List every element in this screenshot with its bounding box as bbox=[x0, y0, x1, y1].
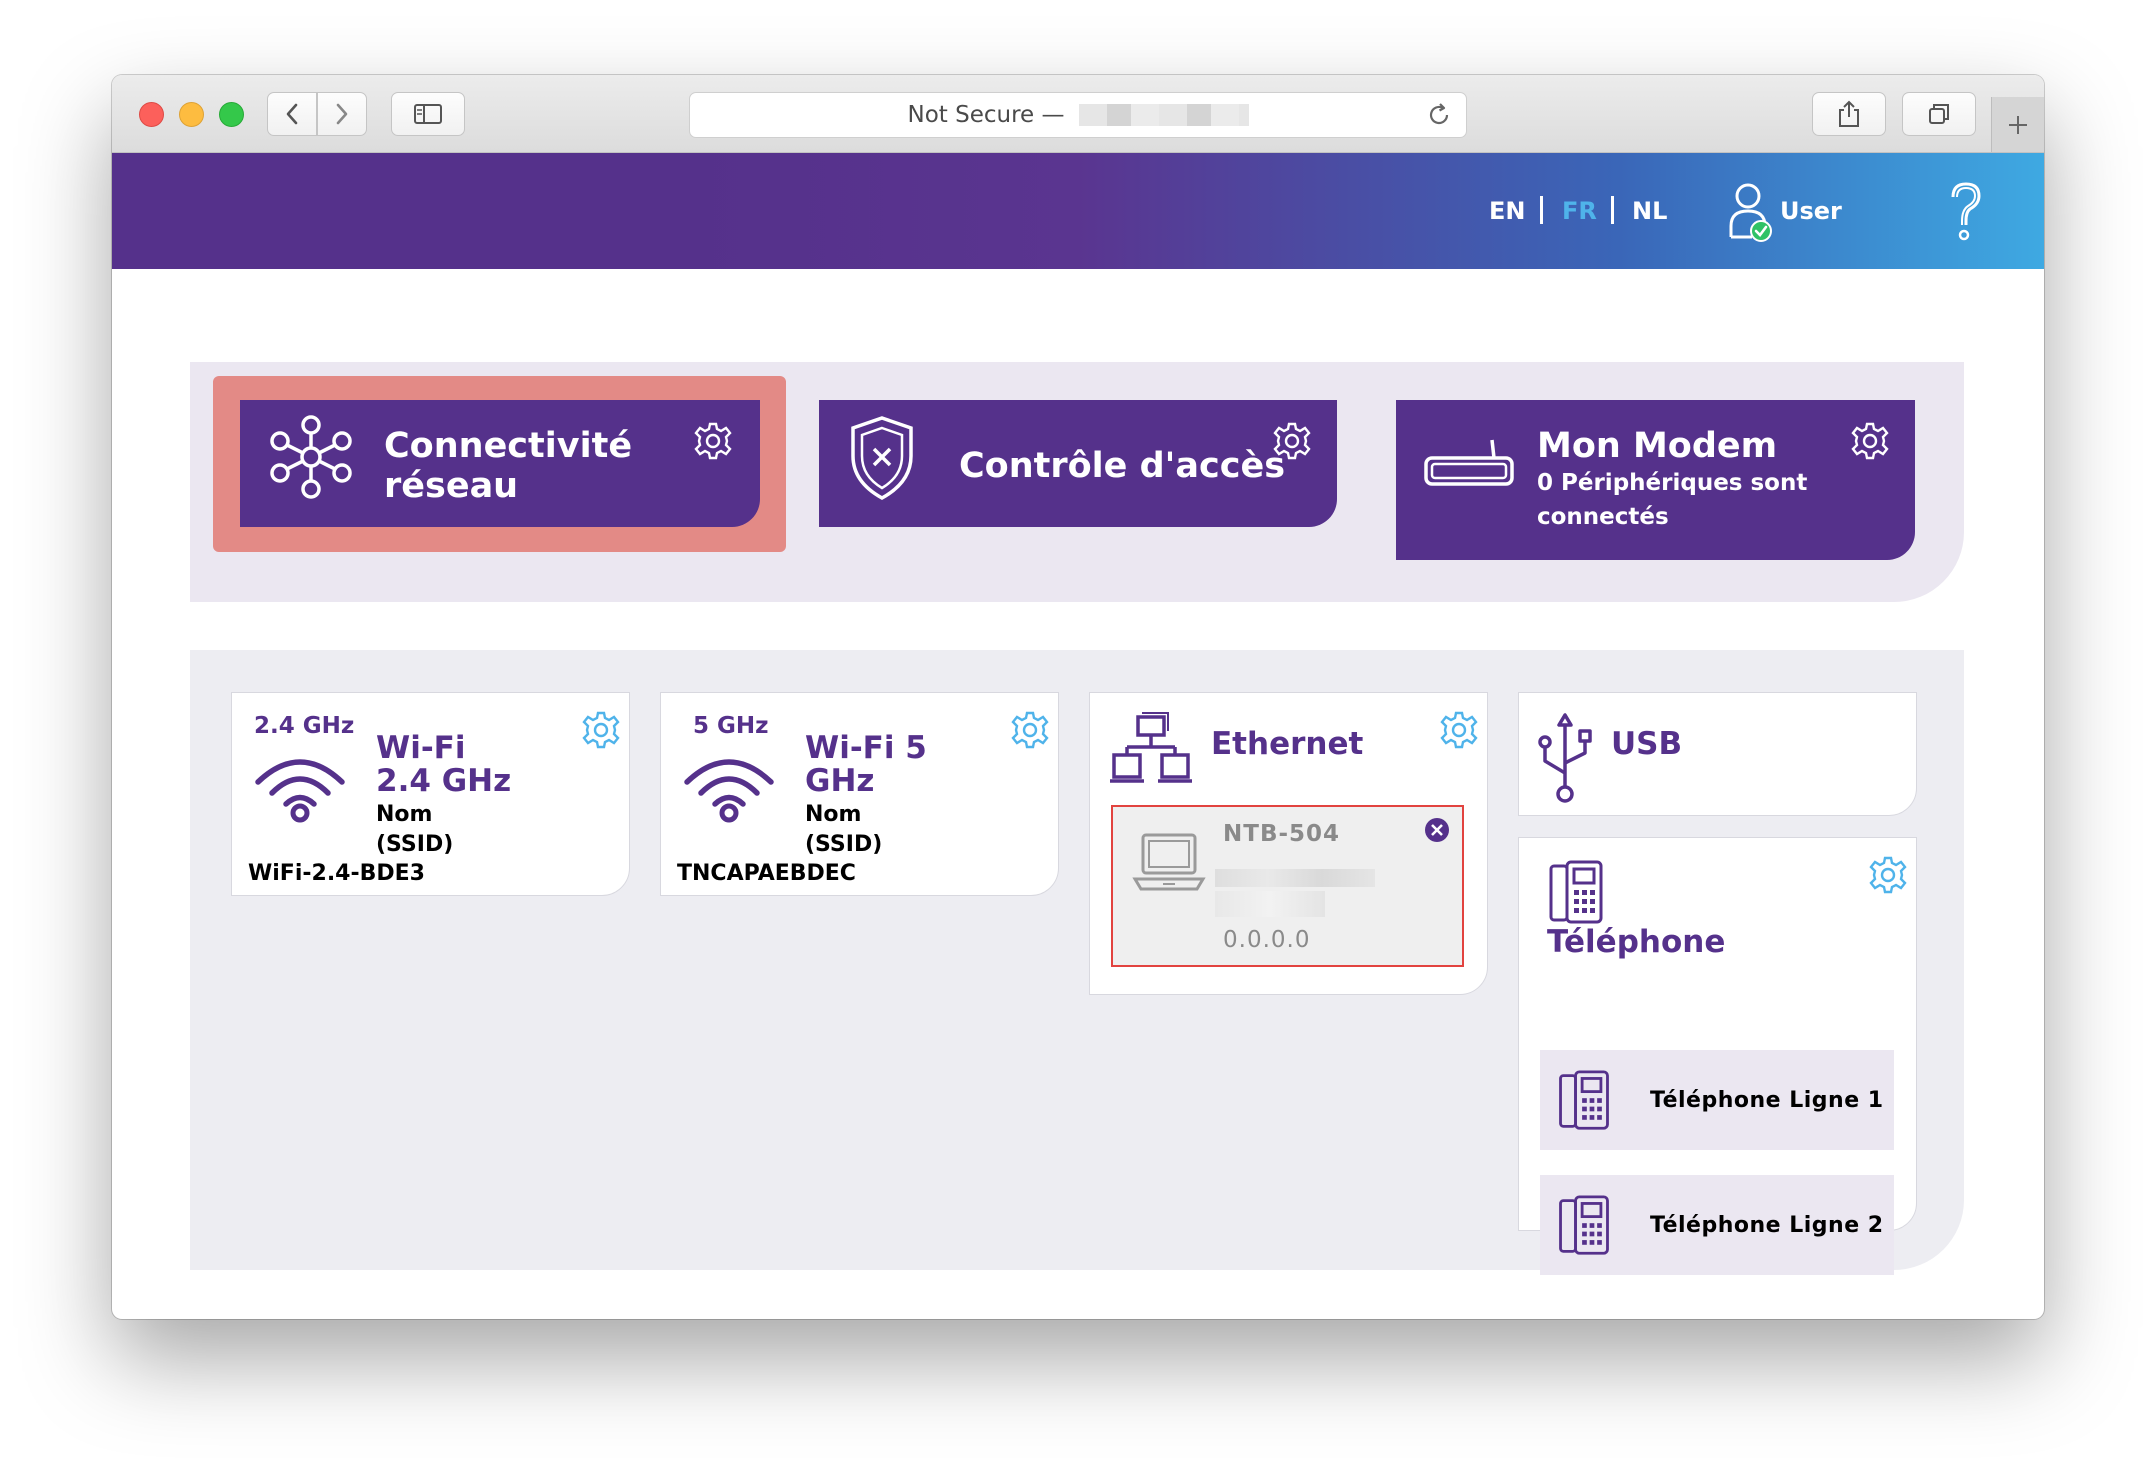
user-icon[interactable] bbox=[1728, 181, 1774, 243]
telephone-icon bbox=[1559, 1070, 1609, 1130]
usb-title: USB bbox=[1611, 726, 1683, 762]
ethernet-title: Ethernet bbox=[1211, 726, 1364, 762]
sidebar-icon bbox=[414, 104, 442, 124]
ssid-label-line2: (SSID) bbox=[805, 832, 883, 857]
show-tabs-button[interactable] bbox=[1902, 92, 1976, 136]
gear-icon[interactable] bbox=[1849, 420, 1891, 462]
wifi-24-freq: 2.4 GHz bbox=[254, 713, 355, 739]
ssid-label-line2: (SSID) bbox=[376, 832, 454, 857]
wifi-24-card[interactable]: 2.4 GHz Wi-Fi 2.4 GHz Nom (SSID) WiFi-2.… bbox=[231, 692, 630, 896]
modem-icon bbox=[1424, 439, 1514, 486]
network-icon bbox=[270, 415, 352, 499]
reload-icon[interactable] bbox=[1426, 102, 1452, 128]
gear-icon[interactable] bbox=[1271, 420, 1313, 462]
zoom-window-button[interactable] bbox=[219, 102, 244, 127]
device-ip: 0.0.0.0 bbox=[1223, 927, 1311, 953]
chevron-left-icon bbox=[286, 103, 298, 125]
top-header: EN FR NL User bbox=[112, 153, 2044, 269]
tabs-icon bbox=[1929, 104, 1949, 124]
telephone-icon bbox=[1549, 860, 1603, 924]
wifi-5-title-line2: GHz bbox=[805, 763, 875, 799]
wifi-24-ssid-value: WiFi-2.4-BDE3 bbox=[248, 861, 425, 886]
new-tab-button[interactable] bbox=[1991, 97, 2044, 152]
gear-icon[interactable] bbox=[1438, 709, 1480, 751]
wifi-icon bbox=[684, 759, 774, 823]
wifi-5-ssid-value: TNCAPAEBDEC bbox=[677, 861, 856, 886]
gear-icon[interactable] bbox=[692, 420, 734, 462]
share-button[interactable] bbox=[1812, 92, 1886, 136]
help-icon[interactable] bbox=[1948, 181, 1984, 243]
telephone-line-1[interactable]: Téléphone Ligne 1 bbox=[1540, 1050, 1894, 1150]
plus-icon bbox=[2009, 115, 2027, 134]
redacted-info bbox=[1215, 891, 1325, 917]
browser-toolbar: Not Secure — bbox=[112, 75, 2044, 153]
redacted-mac bbox=[1215, 869, 1375, 887]
laptop-icon bbox=[1132, 833, 1206, 891]
back-button[interactable] bbox=[267, 92, 317, 136]
minimize-window-button[interactable] bbox=[179, 102, 204, 127]
redacted-url bbox=[1078, 104, 1249, 126]
ssid-label-line1: Nom bbox=[376, 802, 433, 827]
access-control-title: Contrôle d'accès bbox=[959, 446, 1286, 486]
close-window-button[interactable] bbox=[139, 102, 164, 127]
address-bar[interactable]: Not Secure — bbox=[689, 92, 1467, 138]
telephone-title: Téléphone bbox=[1547, 924, 1726, 960]
forward-button[interactable] bbox=[317, 92, 367, 136]
access-control-tile[interactable]: Contrôle d'accès bbox=[819, 400, 1337, 527]
lang-separator bbox=[1540, 196, 1543, 224]
wifi-5-title-line1: Wi-Fi 5 bbox=[805, 730, 927, 766]
gear-icon[interactable] bbox=[580, 709, 622, 751]
modem-devices-line2: connectés bbox=[1537, 504, 1669, 530]
ethernet-device-item[interactable]: NTB-504 0.0.0.0 bbox=[1111, 805, 1464, 967]
usb-card[interactable]: USB bbox=[1518, 692, 1917, 816]
share-icon bbox=[1839, 100, 1859, 127]
device-name: NTB-504 bbox=[1223, 821, 1341, 847]
telephone-line-2[interactable]: Téléphone Ligne 2 bbox=[1540, 1175, 1894, 1275]
wifi-icon bbox=[255, 759, 345, 823]
telephone-line-2-label: Téléphone Ligne 2 bbox=[1650, 1212, 1884, 1238]
browser-window: Not Secure — EN FR NL User Connectivité … bbox=[112, 75, 2044, 1319]
network-connectivity-tile[interactable]: Connectivité réseau bbox=[240, 400, 760, 527]
lang-en-link[interactable]: EN bbox=[1489, 153, 1525, 269]
lang-separator bbox=[1611, 196, 1614, 224]
user-label[interactable]: User bbox=[1780, 153, 1842, 269]
ssid-label-line1: Nom bbox=[805, 802, 862, 827]
ethernet-icon bbox=[1110, 712, 1192, 783]
gear-icon[interactable] bbox=[1009, 709, 1051, 751]
wifi-24-title-line1: Wi-Fi bbox=[376, 730, 466, 766]
connectivity-title-line2: réseau bbox=[384, 466, 519, 506]
chevron-right-icon bbox=[336, 103, 348, 125]
lang-fr-link[interactable]: FR bbox=[1562, 153, 1597, 269]
close-icon[interactable] bbox=[1424, 817, 1450, 843]
wifi-5-freq: 5 GHz bbox=[693, 713, 769, 739]
modem-title: Mon Modem bbox=[1537, 426, 1778, 466]
sidebar-toggle-button[interactable] bbox=[391, 92, 465, 136]
my-modem-tile[interactable]: Mon Modem 0 Périphériques sont connectés bbox=[1396, 400, 1915, 560]
usb-icon bbox=[1538, 713, 1592, 803]
telephone-icon bbox=[1559, 1195, 1609, 1255]
connectivity-title-line1: Connectivité bbox=[384, 426, 633, 466]
address-text: Not Secure — bbox=[907, 102, 1065, 128]
wifi-5-card[interactable]: 5 GHz Wi-Fi 5 GHz Nom (SSID) TNCAPAEBDEC bbox=[660, 692, 1059, 896]
lang-nl-link[interactable]: NL bbox=[1632, 153, 1667, 269]
telephone-card[interactable]: Téléphone bbox=[1518, 837, 1917, 1231]
telephone-line-1-label: Téléphone Ligne 1 bbox=[1650, 1087, 1884, 1113]
shield-icon bbox=[851, 416, 913, 500]
wifi-24-title-line2: 2.4 GHz bbox=[376, 763, 512, 799]
gear-icon[interactable] bbox=[1867, 854, 1909, 896]
modem-devices-line1: 0 Périphériques sont bbox=[1537, 470, 1808, 496]
